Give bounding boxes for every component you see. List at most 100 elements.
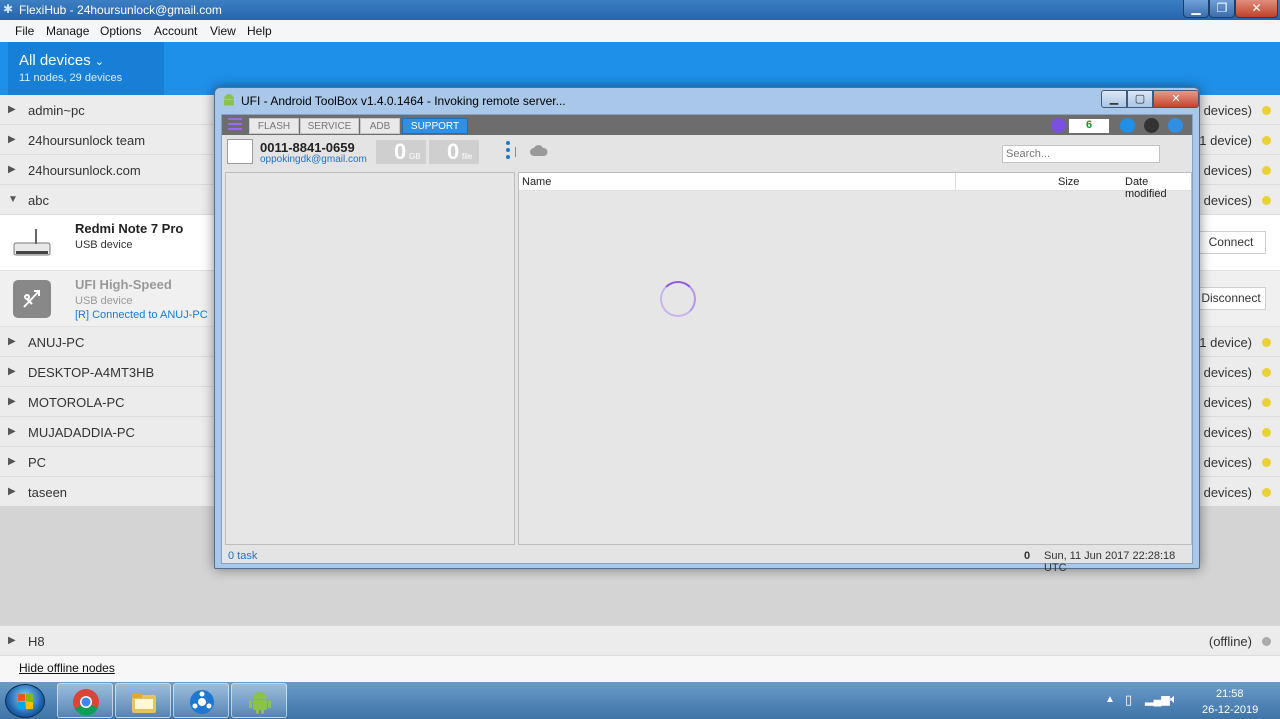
account-email[interactable]: oppokingdk@gmail.com: [260, 154, 367, 165]
all-devices-title[interactable]: All devices ⌄: [19, 52, 104, 69]
node-name: DESKTOP-A4MT3HB: [28, 365, 155, 380]
status-count: 0: [1024, 550, 1031, 562]
tab-adb[interactable]: ADB: [360, 118, 400, 134]
node-name: 24hoursunlock team: [28, 133, 146, 148]
expand-arrow-icon[interactable]: ▶: [8, 366, 16, 377]
gear-icon[interactable]: [1168, 118, 1183, 133]
close-button[interactable]: ✕: [1235, 0, 1278, 18]
taskbar-android[interactable]: [231, 683, 287, 718]
node-device-count: 2 devices): [1192, 425, 1252, 440]
clock-time[interactable]: 21:58: [1216, 688, 1244, 700]
file-counter: 0 file: [429, 140, 479, 164]
taskbar-chrome[interactable]: [57, 683, 113, 718]
online-status-icon: [1262, 136, 1271, 145]
search-input[interactable]: [1002, 145, 1160, 163]
expand-arrow-icon[interactable]: ▶: [8, 635, 16, 646]
start-button[interactable]: [5, 684, 45, 718]
ufi-titlebar: UFI - Android ToolBox v1.4.0.1464 - Invo…: [219, 90, 1199, 110]
expand-arrow-icon[interactable]: ▶: [8, 336, 16, 347]
expand-arrow-icon[interactable]: ▶: [8, 426, 16, 437]
device-name: Redmi Note 7 Pro: [75, 221, 184, 236]
column-date-modified[interactable]: Date modified: [1125, 176, 1191, 200]
node-name: taseen: [28, 485, 68, 500]
menu-file[interactable]: File: [15, 24, 34, 38]
menu-manage[interactable]: Manage: [46, 24, 89, 38]
clock-date[interactable]: 26-12-2019: [1202, 704, 1258, 716]
node-device-count: 6 devices): [1192, 395, 1252, 410]
ufi-statusbar: 0 task 0 Sun, 11 Jun 2017 22:28:18 UTC: [222, 547, 1192, 574]
expand-arrow-icon[interactable]: ▶: [8, 396, 16, 407]
usb-tray-icon[interactable]: ▯: [1125, 692, 1132, 708]
android-icon: [224, 94, 234, 106]
column-name[interactable]: Name: [522, 176, 551, 188]
hide-offline-link[interactable]: Hide offline nodes: [19, 661, 115, 675]
download-icon[interactable]: [1120, 118, 1135, 133]
device-type: USB device: [75, 239, 133, 251]
separator: [515, 147, 516, 157]
disconnect-button[interactable]: Disconnect: [1196, 287, 1266, 310]
flexihub-app-icon: ✱: [3, 2, 14, 16]
ufi-tree-pane[interactable]: [225, 172, 515, 545]
account-number: 0011-8841-0659: [260, 140, 355, 155]
column-size[interactable]: Size: [1058, 176, 1079, 188]
connect-button[interactable]: Connect: [1196, 231, 1266, 254]
online-status-icon: [1262, 488, 1271, 497]
gb-counter: 0 GB: [376, 140, 426, 164]
tab-support[interactable]: SUPPORT: [402, 118, 468, 134]
info-icon[interactable]: [1144, 118, 1159, 133]
bottom-bar: [0, 656, 1280, 682]
ufi-file-pane[interactable]: Name Size Date modified: [518, 172, 1192, 545]
ufi-window: UFI - Android ToolBox v1.4.0.1464 - Invo…: [214, 87, 1200, 574]
expand-arrow-icon[interactable]: ▶: [8, 456, 16, 467]
menu-options[interactable]: Options: [100, 24, 141, 38]
online-status-icon: [1262, 106, 1271, 115]
ufi-minimize-button[interactable]: ▁: [1101, 90, 1127, 108]
online-status-icon: [1262, 368, 1271, 377]
credit-icon: [1051, 118, 1066, 133]
ufi-client-area: FLASH SERVICE ADB SUPPORT 6 0011-8841-06…: [221, 114, 1193, 574]
expand-arrow-icon[interactable]: ▶: [8, 104, 16, 115]
more-options-icon[interactable]: [506, 141, 510, 163]
ufi-close-button[interactable]: ✕: [1153, 90, 1199, 108]
node-device-count: 5 devices): [1192, 163, 1252, 178]
node-name: admin~pc: [28, 103, 85, 118]
credit-count: 6: [1069, 119, 1109, 133]
flexihub-titlebar: ✱ FlexiHub - 24hoursunlock@gmail.com: [0, 0, 1280, 20]
online-status-icon: [1262, 196, 1271, 205]
cloud-icon[interactable]: [530, 145, 548, 157]
taskbar-explorer[interactable]: [115, 683, 171, 718]
ufi-maximize-button[interactable]: ▢: [1127, 90, 1153, 108]
network-icon[interactable]: ▂▄▆: [1145, 693, 1170, 706]
maximize-button[interactable]: ❐: [1209, 0, 1235, 18]
expand-arrow-icon[interactable]: ▶: [8, 134, 16, 145]
online-status-icon: [1262, 428, 1271, 437]
offline-status-icon: [1262, 637, 1271, 646]
tab-service[interactable]: SERVICE: [300, 118, 359, 134]
collapse-arrow-icon[interactable]: ▼: [8, 194, 18, 205]
device-name: UFI High-Speed: [75, 277, 172, 292]
node-device-count: 3 devices): [1192, 485, 1252, 500]
online-status-icon: [1262, 166, 1271, 175]
folder-icon: [132, 693, 156, 713]
expand-arrow-icon[interactable]: ▶: [8, 486, 16, 497]
tab-flash[interactable]: FLASH: [249, 118, 299, 134]
show-hidden-icons-icon[interactable]: ▲: [1105, 694, 1115, 705]
menu-view[interactable]: View: [210, 24, 236, 38]
node-device-count: 5 devices): [1192, 455, 1252, 470]
volume-icon[interactable]: 🔈︎: [1170, 691, 1178, 707]
menu-help[interactable]: Help: [247, 24, 272, 38]
taskbar-flexihub[interactable]: [173, 683, 229, 718]
task-count[interactable]: 0 task: [228, 550, 257, 562]
ufi-window-title: UFI - Android ToolBox v1.4.0.1464 - Invo…: [241, 94, 566, 108]
hamburger-menu-icon[interactable]: [228, 118, 242, 131]
node-name: MUJADADDIA-PC: [28, 425, 135, 440]
menu-account[interactable]: Account: [154, 24, 197, 38]
offline-node-row[interactable]: ▶ H8 (offline): [0, 626, 1280, 656]
expand-arrow-icon[interactable]: ▶: [8, 164, 16, 175]
online-status-icon: [1262, 338, 1271, 347]
phone-icon: [227, 139, 253, 164]
file-list-header: Name Size Date modified: [519, 173, 1191, 200]
node-name: PC: [28, 455, 47, 470]
connection-status: [R] Connected to ANUJ-PC: [75, 309, 208, 321]
minimize-button[interactable]: ▁: [1183, 0, 1209, 18]
